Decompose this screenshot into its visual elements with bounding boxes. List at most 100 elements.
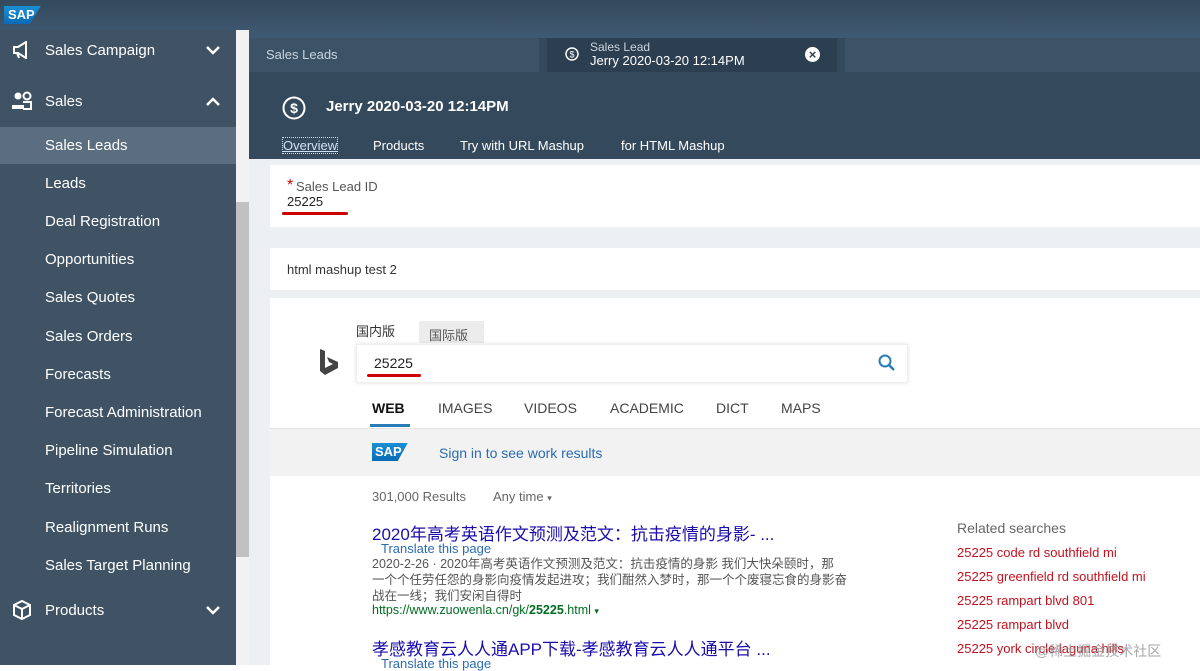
work-results-bar: SAP Sign in to see work results — [270, 428, 1200, 476]
annotation-underline — [367, 374, 421, 377]
chevron-up-icon[interactable] — [206, 93, 220, 109]
sidebar-item-sales[interactable]: Sales — [0, 84, 236, 118]
subtab-html-mashup[interactable]: for HTML Mashup — [621, 138, 725, 153]
sidebar-label: Leads — [45, 174, 86, 192]
result-count: 301,000 Results — [372, 489, 466, 504]
sidebar-item-leads[interactable]: Leads — [0, 168, 236, 198]
related-search-item[interactable]: 25225 rampart blvd — [957, 617, 1069, 632]
url-prefix: https://www.zuowenla.cn/gk/ — [372, 603, 530, 617]
sidebar-label: Sales Target Planning — [45, 556, 191, 574]
watermark: @稀土掘金技术社区 — [1035, 643, 1162, 659]
required-mark: * — [287, 177, 294, 194]
tab-sales-leads[interactable]: Sales Leads — [249, 38, 539, 72]
sidebar-item-sales-leads[interactable]: Sales Leads — [0, 127, 236, 164]
any-time-filter[interactable]: Any time ▾ — [493, 489, 552, 504]
chevron-down-icon[interactable] — [206, 42, 220, 58]
sap-logo[interactable]: SAP — [4, 6, 41, 24]
caret-down-icon: ▾ — [547, 493, 552, 503]
bing-tab-images[interactable]: IMAGES — [438, 400, 492, 416]
sidebar-label: Pipeline Simulation — [45, 441, 173, 459]
sidebar-label: Sales Orders — [45, 327, 133, 345]
bing-tab-maps[interactable]: MAPS — [781, 400, 821, 416]
tab-title: Jerry 2020-03-20 12:14PM — [590, 53, 745, 68]
result-date: 2020-2-26 — [372, 557, 429, 571]
snippet-line: 一个个任劳任怨的身影向疫情发起进攻；我们酣然入梦时，那一个个废寝忘食的身影奋 — [372, 573, 848, 587]
scrollbar-thumb[interactable] — [236, 202, 249, 557]
caret-down-icon[interactable]: ▾ — [594, 606, 599, 616]
tab-subtitle: Sales Lead — [590, 40, 651, 54]
sidebar-item-sales-campaign[interactable]: Sales Campaign — [0, 34, 236, 66]
related-search-item[interactable]: 25225 code rd southfield mi — [957, 545, 1117, 560]
lead-id-label: Sales Lead ID — [296, 179, 378, 194]
dollar-circle-icon: $ — [282, 96, 306, 125]
search-input[interactable]: 25225 — [356, 344, 908, 383]
sidebar-item-opportunities[interactable]: Opportunities — [0, 244, 236, 274]
sidebar-item-forecasts[interactable]: Forecasts — [0, 359, 236, 389]
related-search-item[interactable]: 25225 greenfield rd southfield mi — [957, 569, 1146, 584]
sidebar-label: Territories — [45, 479, 111, 497]
related-rest: code rd southfield mi — [993, 545, 1117, 560]
mashup-title-card: html mashup test 2 — [270, 248, 1200, 290]
sidebar-label: Realignment Runs — [45, 518, 169, 536]
search-query: 25225 — [374, 355, 413, 371]
sidebar-scrollbar[interactable] — [236, 30, 249, 665]
url-suffix: .html — [563, 603, 591, 617]
sidebar-label: Forecast Administration — [45, 403, 202, 421]
page-title: Jerry 2020-03-20 12:14PM — [326, 98, 509, 115]
box-icon — [10, 598, 34, 622]
sidebar-item-pipeline-simulation[interactable]: Pipeline Simulation — [0, 435, 236, 465]
translate-link[interactable]: Translate this page — [381, 656, 491, 671]
subtab-overview[interactable]: Overview — [281, 137, 339, 154]
sidebar-item-realignment-runs[interactable]: Realignment Runs — [0, 512, 236, 542]
subtab-products[interactable]: Products — [373, 138, 424, 153]
result-snippet: 2020-2-26 · 2020年高考英语作文预测及范文：抗击疫情的身影 我们大… — [372, 556, 902, 604]
result-url[interactable]: https://www.zuowenla.cn/gk/25225.html ▾ — [372, 603, 599, 617]
translate-link[interactable]: Translate this page — [381, 541, 491, 556]
sidebar-label: Sales Campaign — [45, 41, 156, 59]
sap-badge: SAP — [372, 443, 408, 461]
bing-tab-videos[interactable]: VIDEOS — [524, 400, 577, 416]
sidebar-label: Opportunities — [45, 250, 135, 268]
annotation-underline — [282, 212, 348, 215]
related-bold: 25225 — [957, 545, 994, 560]
bing-tab-web[interactable]: WEB — [372, 400, 405, 416]
lead-id-value[interactable]: 25225 — [287, 194, 323, 209]
mashup-title: html mashup test 2 — [287, 262, 397, 277]
sidebar-item-products[interactable]: Products — [0, 593, 236, 627]
signin-link[interactable]: Sign in to see work results — [439, 445, 602, 461]
related-searches-title: Related searches — [957, 520, 1066, 536]
megaphone-icon — [10, 38, 34, 62]
related-rest: greenfield rd southfield mi — [993, 569, 1146, 584]
related-bold: 25225 — [957, 593, 994, 608]
close-icon[interactable]: × — [805, 47, 820, 62]
chevron-down-icon[interactable] — [206, 602, 220, 618]
sidebar-item-sales-orders[interactable]: Sales Orders — [0, 321, 236, 351]
subtab-url-mashup[interactable]: Try with URL Mashup — [460, 138, 584, 153]
search-icon[interactable] — [878, 354, 895, 376]
related-bold: 25225 — [957, 569, 994, 584]
related-bold: 25225 — [957, 641, 994, 656]
sidebar-label: Deal Registration — [45, 212, 161, 230]
snippet-line: 战在一线；我们安闲自得时 — [372, 589, 523, 603]
sidebar-label: Sales Quotes — [45, 288, 136, 306]
bing-tab-academic[interactable]: ACADEMIC — [610, 400, 684, 416]
bing-tab-dict[interactable]: DICT — [716, 400, 749, 416]
related-search-item[interactable]: 25225 rampart blvd 801 — [957, 593, 1094, 608]
sidebar-item-sales-quotes[interactable]: Sales Quotes — [0, 282, 236, 312]
sidebar-label: Sales Leads — [45, 137, 128, 154]
region-tab-cn[interactable]: 国内版 — [356, 321, 395, 340]
people-icon — [10, 89, 34, 113]
tab-label: Sales Leads — [266, 47, 338, 62]
region-tab-intl[interactable]: 国际版 — [429, 325, 468, 344]
sidebar-item-forecast-administration[interactable]: Forecast Administration — [0, 397, 236, 427]
dollar-circle-icon: $ — [565, 47, 579, 66]
related-rest: rampart blvd — [993, 617, 1070, 632]
sidebar-item-deal-registration[interactable]: Deal Registration — [0, 206, 236, 236]
sidebar-item-territories[interactable]: Territories — [0, 473, 236, 503]
sidebar-item-sales-target-planning[interactable]: Sales Target Planning — [0, 550, 236, 580]
tab-empty — [845, 38, 1200, 72]
bing-logo-icon[interactable] — [318, 348, 340, 376]
related-rest: rampart blvd 801 — [993, 593, 1095, 608]
sidebar-label: Products — [45, 601, 105, 619]
tab-sales-lead-detail[interactable]: $ Sales Lead Jerry 2020-03-20 12:14PM × — [547, 38, 837, 72]
